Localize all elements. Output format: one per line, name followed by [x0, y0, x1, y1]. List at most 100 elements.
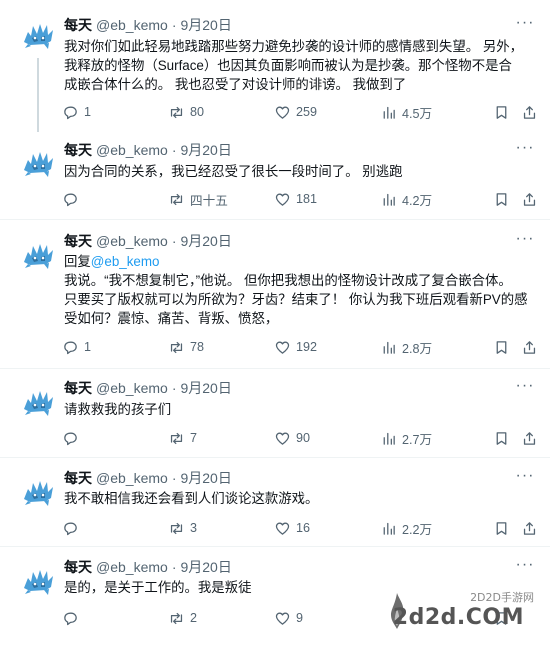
- display-name[interactable]: 每天: [64, 559, 92, 575]
- heart-icon: [275, 193, 290, 206]
- share-button[interactable]: [521, 518, 543, 538]
- reply-button[interactable]: 1: [62, 102, 91, 122]
- views-button[interactable]: 4.5万: [380, 102, 432, 122]
- tweet-date[interactable]: 9月20日: [180, 142, 231, 158]
- more-options-icon[interactable]: ···: [514, 378, 536, 398]
- reply-button[interactable]: [62, 608, 84, 628]
- tweet-date[interactable]: 9月20日: [180, 233, 231, 249]
- like-count: 192: [296, 340, 318, 354]
- like-button[interactable]: 9: [274, 608, 303, 628]
- user-handle[interactable]: @eb_kemo: [96, 142, 168, 158]
- retweet-icon: [170, 106, 183, 118]
- reply-button[interactable]: [62, 189, 84, 209]
- tweet-date[interactable]: 9月20日: [180, 380, 231, 396]
- like-button[interactable]: 192: [274, 337, 317, 357]
- share-button[interactable]: [521, 102, 543, 122]
- reply-icon: [64, 612, 77, 625]
- avatar-monster-icon: [24, 244, 53, 269]
- tweet[interactable]: 每天 @eb_kemo · 9月20日 ··· 我对你们如此轻易地践踏那些努力避免抄袭…: [0, 0, 550, 132]
- share-icon: [523, 521, 536, 535]
- like-count: 9: [296, 611, 304, 625]
- more-options-icon[interactable]: ···: [514, 468, 536, 488]
- tweet-actions: 7 90 2.7万: [62, 428, 536, 448]
- bookmark-button[interactable]: [493, 189, 515, 209]
- display-name[interactable]: 每天: [64, 17, 92, 33]
- more-options-icon[interactable]: ···: [514, 140, 536, 160]
- more-options-icon[interactable]: ···: [514, 15, 536, 35]
- reply-icon: [64, 341, 77, 354]
- tweet[interactable]: 每天 @eb_kemo · 9月20日 ··· 回复@eb_kemo 我说。“我不想复…: [0, 220, 550, 368]
- avatar[interactable]: [18, 381, 58, 421]
- tweet-actions: 1 78 192 2.8万: [62, 337, 536, 357]
- site-watermark: 2D2D手游网 2d2d.COM: [382, 589, 542, 639]
- retweet-button[interactable]: 78: [168, 337, 204, 357]
- views-chart-icon: [383, 432, 395, 445]
- avatar[interactable]: [18, 14, 58, 54]
- views-count: 2.8万: [402, 341, 433, 356]
- bookmark-button[interactable]: [493, 337, 515, 357]
- more-options-icon[interactable]: ···: [514, 231, 536, 251]
- views-button[interactable]: 4.2万: [380, 189, 432, 209]
- user-handle[interactable]: @eb_kemo: [96, 233, 168, 249]
- share-button[interactable]: [521, 337, 543, 357]
- retweet-count: 78: [190, 340, 205, 354]
- reply-button[interactable]: 1: [62, 337, 91, 357]
- like-button[interactable]: 259: [274, 102, 317, 122]
- display-name[interactable]: 每天: [64, 470, 92, 486]
- display-name[interactable]: 每天: [64, 380, 92, 396]
- tweet-text: 我对你们如此轻易地践踏那些努力避免抄袭的设计师的感情感到失望。 另外， 我释放的…: [64, 37, 534, 94]
- tweet-header: 每天 @eb_kemo · 9月20日: [64, 142, 232, 158]
- bookmark-icon: [496, 431, 507, 445]
- user-handle[interactable]: @eb_kemo: [96, 17, 168, 33]
- reply-button[interactable]: [62, 428, 84, 448]
- tweet-date[interactable]: 9月20日: [180, 17, 231, 33]
- retweet-button[interactable]: 7: [168, 428, 197, 448]
- reply-count: 1: [84, 105, 92, 119]
- retweet-button[interactable]: 3: [168, 518, 197, 538]
- user-handle[interactable]: @eb_kemo: [96, 380, 168, 396]
- avatar[interactable]: [18, 471, 58, 511]
- avatar[interactable]: [18, 234, 58, 274]
- more-options-icon[interactable]: ···: [514, 557, 536, 577]
- tweet[interactable]: 每天 @eb_kemo · 9月20日 ··· 我不敢相信我还会看到人们谈论这款游戏。…: [0, 458, 550, 546]
- like-button[interactable]: 16: [274, 518, 310, 538]
- like-button[interactable]: 181: [274, 189, 317, 209]
- share-button[interactable]: [521, 428, 543, 448]
- tweet-actions: 1 80 259 4.5万: [62, 102, 536, 122]
- views-button[interactable]: 2.7万: [380, 428, 432, 448]
- avatar[interactable]: [18, 560, 58, 600]
- user-handle[interactable]: @eb_kemo: [96, 559, 168, 575]
- tweet[interactable]: 每天 @eb_kemo · 9月20日 ··· 因为合同的关系，我已经忍受了很长一段时…: [0, 131, 550, 219]
- bookmark-icon: [496, 105, 507, 119]
- bookmark-button[interactable]: [493, 518, 515, 538]
- tweet-date[interactable]: 9月20日: [180, 559, 231, 575]
- tweet-date[interactable]: 9月20日: [180, 470, 231, 486]
- bookmark-button[interactable]: [493, 428, 515, 448]
- avatar[interactable]: [18, 142, 58, 182]
- tweet-text-line: 受如何？震惊、痛苦、背叛、愤怒，: [64, 311, 279, 326]
- views-button[interactable]: 2.2万: [380, 518, 432, 538]
- retweet-count: 3: [190, 521, 198, 535]
- retweet-button[interactable]: 2: [168, 608, 197, 628]
- display-name[interactable]: 每天: [64, 233, 92, 249]
- tweet-header: 每天 @eb_kemo · 9月20日: [64, 470, 232, 486]
- retweet-count: 2: [190, 611, 198, 625]
- avatar-monster-icon: [24, 24, 53, 49]
- display-name[interactable]: 每天: [64, 142, 92, 158]
- user-handle[interactable]: @eb_kemo: [96, 470, 168, 486]
- heart-icon: [275, 522, 290, 535]
- reply-button[interactable]: [62, 518, 84, 538]
- retweet-button[interactable]: 80: [168, 102, 204, 122]
- like-button[interactable]: 90: [274, 428, 310, 448]
- tweet[interactable]: 每天 @eb_kemo · 9月20日 ··· 请救救我的孩子们 7 90 2.7万: [0, 369, 550, 457]
- bookmark-button[interactable]: [493, 102, 515, 122]
- retweet-icon: [170, 432, 183, 444]
- retweet-count: 80: [190, 105, 205, 119]
- tweet-text: 因为合同的关系，我已经忍受了很长一段时间了。 别逃跑: [64, 162, 534, 181]
- reply-handle-link[interactable]: @eb_kemo: [91, 254, 160, 269]
- views-button[interactable]: 2.8万: [380, 337, 432, 357]
- avatar-monster-icon: [24, 481, 53, 506]
- retweet-button[interactable]: 四十五: [168, 189, 228, 209]
- share-button[interactable]: [521, 189, 543, 209]
- tweet-header: 每天 @eb_kemo · 9月20日: [64, 380, 232, 396]
